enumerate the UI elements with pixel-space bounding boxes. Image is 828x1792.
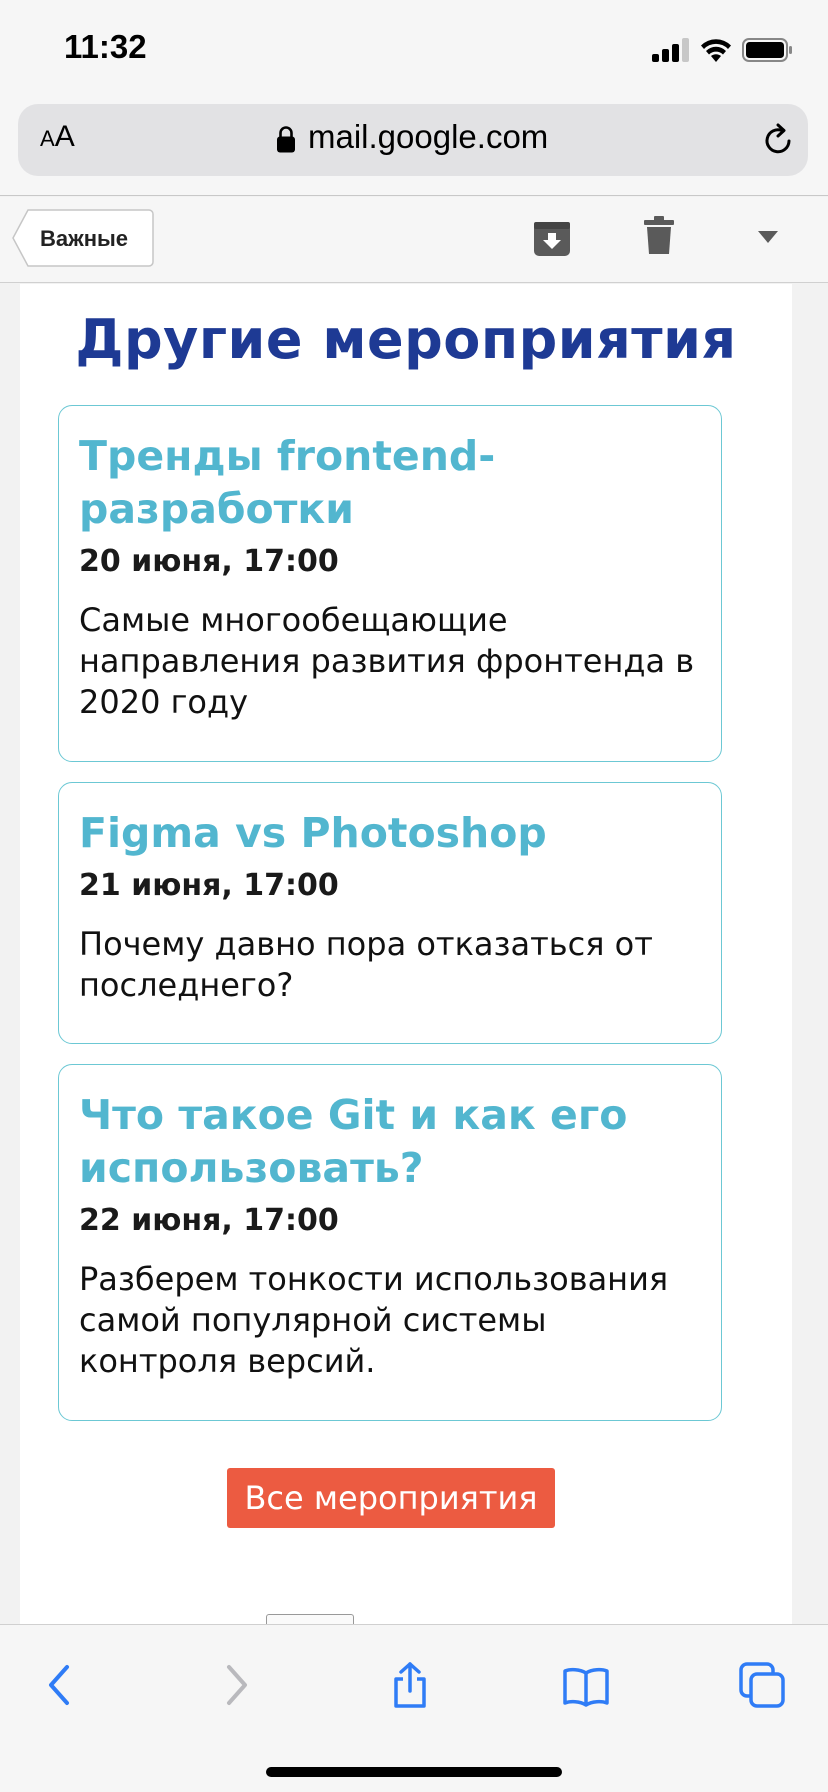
event-date: 22 июня, 17:00 — [79, 1203, 339, 1238]
status-time: 11:32 — [64, 28, 147, 65]
event-date: 20 июня, 17:00 — [79, 544, 339, 579]
back-to-important-button[interactable]: Важные — [12, 209, 154, 267]
archive-icon[interactable] — [533, 219, 571, 257]
status-bar: 11:32 — [0, 0, 828, 96]
event-description: Разберем тонкости использования самой по… — [79, 1260, 669, 1380]
address-bar[interactable]: AA mail.google.com — [18, 104, 808, 176]
forward-arrow-icon[interactable] — [212, 1661, 260, 1709]
section-title: Другие мероприятия — [75, 308, 737, 371]
gmail-toolbar: Важные — [0, 197, 828, 283]
browser-bottom-toolbar — [0, 1624, 828, 1792]
event-card: Тренды frontend-разработки 20 июня, 17:0… — [58, 405, 722, 762]
cellular-signal-icon — [652, 38, 692, 62]
trash-icon[interactable] — [644, 215, 674, 255]
event-title[interactable]: Figma vs Photoshop — [79, 807, 701, 860]
reload-icon[interactable] — [758, 120, 798, 160]
event-card: Figma vs Photoshop 21 июня, 17:00 Почему… — [58, 782, 722, 1044]
event-date: 21 июня, 17:00 — [79, 868, 339, 903]
back-arrow-icon[interactable] — [36, 1661, 84, 1709]
email-body: Другие мероприятия Тренды frontend-разра… — [20, 284, 792, 1628]
home-indicator[interactable] — [266, 1767, 562, 1777]
event-description: Самые многообещающие направления развити… — [79, 601, 695, 721]
back-label: Важные — [40, 226, 129, 251]
divider — [0, 195, 828, 196]
lock-icon — [277, 126, 295, 153]
wifi-icon — [701, 39, 731, 62]
tabs-icon[interactable] — [738, 1661, 786, 1709]
more-actions-dropdown-icon[interactable] — [758, 231, 778, 243]
battery-icon — [742, 38, 792, 62]
address-bar-area: AA mail.google.com — [0, 96, 828, 196]
bookmarks-icon[interactable] — [562, 1661, 610, 1709]
url-text: mail.google.com — [308, 118, 549, 155]
event-card: Что такое Git и как его использовать? 22… — [58, 1064, 722, 1421]
event-title[interactable]: Что такое Git и как его использовать? — [79, 1089, 701, 1195]
screen: 11:32 AA mail.google.com Важные Другие м… — [0, 0, 828, 1792]
event-description: Почему давно пора отказаться от последне… — [79, 925, 653, 1004]
share-icon[interactable] — [386, 1661, 434, 1709]
text-size-button[interactable]: AA — [40, 120, 75, 154]
all-events-button[interactable]: Все мероприятия — [227, 1468, 555, 1528]
event-title[interactable]: Тренды frontend-разработки — [79, 430, 701, 536]
